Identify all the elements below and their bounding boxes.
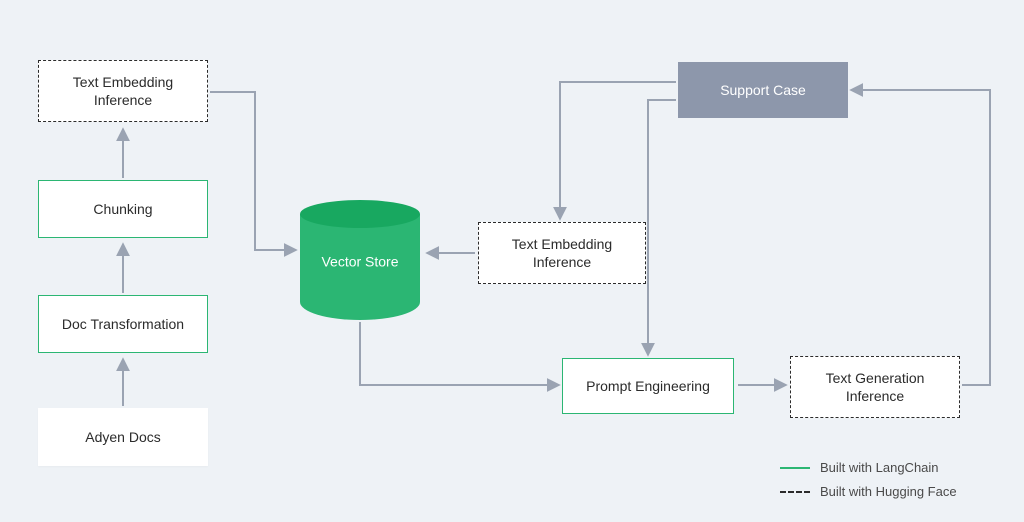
legend-swatch-huggingface [780, 491, 810, 493]
label: Support Case [720, 81, 806, 99]
node-prompt-engineering: Prompt Engineering [562, 358, 734, 414]
arrow-support-to-teimid [560, 82, 676, 218]
node-text-generation: Text Generation Inference [790, 356, 960, 418]
label: Text Generation Inference [826, 369, 925, 405]
node-chunking: Chunking [38, 180, 208, 238]
node-adyen-docs: Adyen Docs [38, 408, 208, 466]
cylinder-top [300, 200, 420, 228]
node-tei-left: Text Embedding Inference [38, 60, 208, 122]
legend-langchain: Built with LangChain [780, 460, 939, 475]
legend-swatch-langchain [780, 467, 810, 469]
legend-label: Built with LangChain [820, 460, 939, 475]
arrow-vectorstore-to-prompt [360, 322, 558, 385]
arrow-tei-to-vectorstore [210, 92, 295, 250]
node-vector-store: Vector Store [300, 200, 420, 320]
arrow-textgen-to-support [852, 90, 990, 385]
arrow-support-to-prompt [648, 100, 676, 354]
label: Vector Store [300, 254, 420, 270]
legend-huggingface: Built with Hugging Face [780, 484, 957, 499]
node-tei-mid: Text Embedding Inference [478, 222, 646, 284]
label: Doc Transformation [62, 315, 184, 333]
label: Adyen Docs [85, 428, 160, 446]
label: Prompt Engineering [586, 377, 710, 395]
legend-label: Built with Hugging Face [820, 484, 957, 499]
label: Chunking [93, 200, 152, 218]
node-doc-transformation: Doc Transformation [38, 295, 208, 353]
label: Text Embedding Inference [73, 73, 173, 109]
label: Text Embedding Inference [512, 235, 612, 271]
node-support-case: Support Case [678, 62, 848, 118]
